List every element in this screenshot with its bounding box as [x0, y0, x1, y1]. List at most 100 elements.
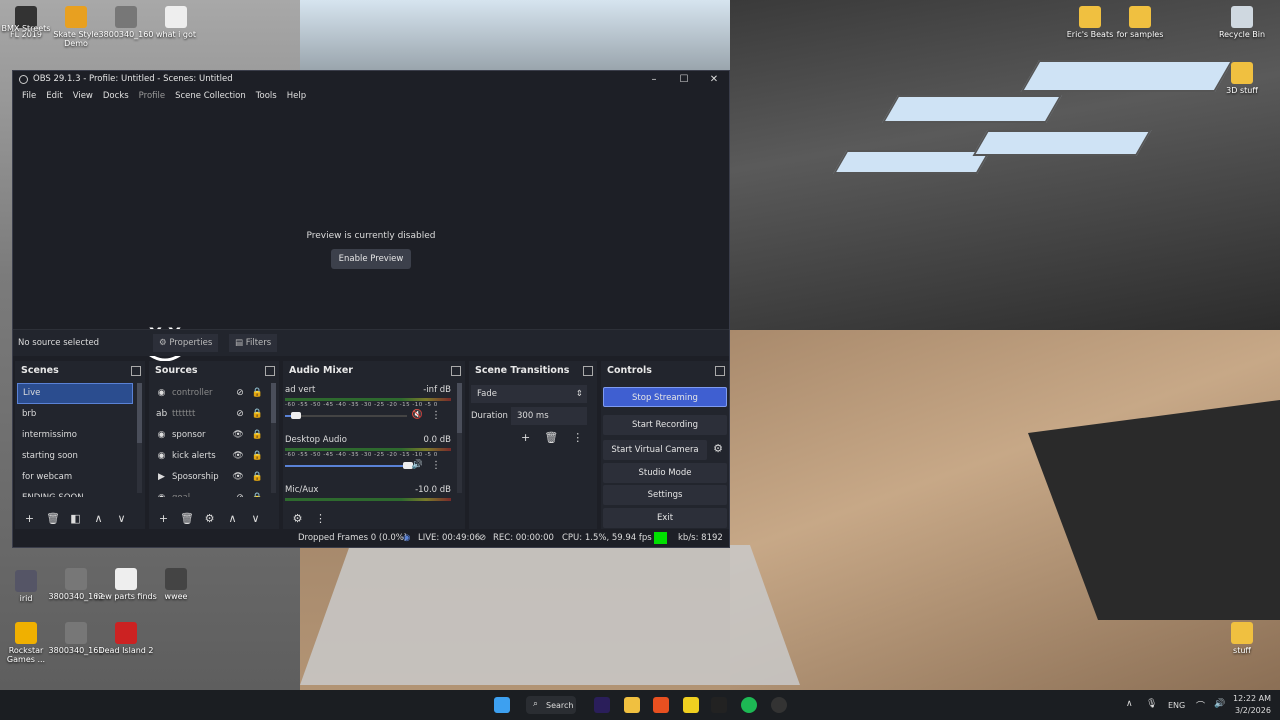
desktop-icon-what-i-got[interactable]: what i got	[144, 6, 208, 39]
move-up-icon[interactable]: ∧	[92, 512, 105, 525]
speaker-icon[interactable]: 🔊	[412, 460, 423, 470]
desktop-icon-recycle-bin[interactable]: Recycle Bin	[1210, 6, 1274, 39]
language-indicator[interactable]: ENG	[1168, 701, 1185, 710]
move-down-icon[interactable]: ∨	[115, 512, 128, 525]
volume-slider[interactable]: 🔊 ⋮	[285, 460, 451, 471]
menu-view[interactable]: View	[73, 91, 93, 101]
remove-scene-icon[interactable]: 🗑	[46, 512, 60, 525]
lock-icon[interactable]: 🔒	[252, 383, 263, 404]
sources-scrollbar[interactable]	[271, 383, 276, 493]
move-up-icon[interactable]: ∧	[226, 512, 239, 525]
lock-icon[interactable]: 🔒	[252, 404, 263, 425]
menu-help[interactable]: Help	[287, 91, 306, 101]
source-item[interactable]: ◉ controller ⊘ 🔒	[151, 383, 267, 404]
source-item[interactable]: ◉goal⊘🔒	[151, 488, 267, 497]
desktop-icon-dead-island[interactable]: Dead Island 2	[94, 622, 158, 655]
lock-icon[interactable]: 🔒	[252, 446, 263, 467]
scene-filters-icon[interactable]: ◧	[69, 512, 82, 525]
add-transition-icon[interactable]: +	[521, 431, 530, 444]
scene-item-starting-soon[interactable]: starting soon	[17, 446, 133, 467]
title-bar[interactable]: OBS 29.1.3 - Profile: Untitled - Scenes:…	[13, 71, 729, 87]
more-options-icon[interactable]: ⋮	[431, 410, 441, 421]
mic-icon[interactable]: 🎙	[1146, 699, 1157, 709]
maximize-button[interactable]: ☐	[669, 74, 699, 85]
close-button[interactable]: ✕	[699, 74, 729, 85]
scene-item-for-webcam[interactable]: for webcam	[17, 467, 133, 488]
brave-icon[interactable]	[653, 697, 669, 713]
settings-button[interactable]: Settings	[603, 485, 727, 505]
desktop-icon-wwee[interactable]: wwee	[144, 568, 208, 601]
virtual-camera-settings-icon[interactable]: ⚙	[713, 442, 723, 455]
eye-icon[interactable]: 👁	[232, 425, 243, 446]
mixer-scrollbar[interactable]	[457, 383, 462, 493]
lock-icon[interactable]: 🔒	[252, 488, 263, 497]
desktop-icon-stuff[interactable]: stuff	[1210, 622, 1274, 655]
notes-icon[interactable]	[683, 697, 699, 713]
clock-date[interactable]: 3/2/2026	[1235, 706, 1271, 715]
enable-preview-button[interactable]: Enable Preview	[331, 249, 411, 269]
tiktok-icon[interactable]	[711, 697, 727, 713]
duration-input[interactable]: 300 ms	[511, 407, 587, 425]
volume-icon[interactable]: 🔊	[1214, 699, 1225, 709]
desktop-icon-3d-stuff[interactable]: 3D stuff	[1210, 62, 1274, 95]
scene-item-ending-soon[interactable]: ENDING SOON	[17, 488, 133, 497]
menu-profile[interactable]: Profile	[139, 91, 165, 101]
menu-scene-collection[interactable]: Scene Collection	[175, 91, 246, 101]
source-item[interactable]: ◉ kick alerts 👁 🔒	[151, 446, 267, 467]
source-item[interactable]: ab ttttttt ⊘ 🔒	[151, 404, 267, 425]
wifi-icon[interactable]: ⌒	[1196, 699, 1205, 712]
visibility-hidden-icon[interactable]: ⊘	[236, 383, 244, 404]
transition-select[interactable]: Fade ⇕	[471, 385, 587, 403]
lock-icon[interactable]: 🔒	[252, 467, 263, 488]
start-recording-button[interactable]: Start Recording	[603, 415, 727, 435]
advanced-audio-icon[interactable]: ⚙	[291, 512, 304, 525]
visibility-hidden-icon[interactable]: ⊘	[236, 488, 244, 497]
source-item[interactable]: ▶ Sposorship 👁 🔒	[151, 467, 267, 488]
stop-streaming-button[interactable]: Stop Streaming	[603, 387, 727, 407]
scene-item-live[interactable]: Live	[17, 383, 133, 404]
move-down-icon[interactable]: ∨	[249, 512, 262, 525]
menu-file[interactable]: File	[22, 91, 36, 101]
add-source-icon[interactable]: +	[157, 512, 170, 525]
eye-icon[interactable]: 👁	[232, 446, 243, 467]
lock-icon[interactable]: 🔒	[252, 425, 263, 446]
exit-button[interactable]: Exit	[603, 508, 727, 528]
file-explorer-icon[interactable]	[624, 697, 640, 713]
undock-icon[interactable]	[451, 366, 461, 376]
filters-button[interactable]: ▤ Filters	[229, 334, 278, 352]
eye-icon[interactable]: 👁	[232, 467, 243, 488]
visibility-hidden-icon[interactable]: ⊘	[236, 404, 244, 425]
scenes-scrollbar[interactable]	[137, 383, 142, 493]
undock-icon[interactable]	[583, 366, 593, 376]
undock-icon[interactable]	[715, 366, 725, 376]
menu-edit[interactable]: Edit	[46, 91, 62, 101]
scene-item-intermissimo[interactable]: intermissimo	[17, 425, 133, 446]
more-options-icon[interactable]: ⋮	[431, 460, 441, 471]
after-effects-icon[interactable]	[594, 697, 610, 713]
studio-mode-button[interactable]: Studio Mode	[603, 463, 727, 483]
start-icon[interactable]	[494, 697, 510, 713]
transition-menu-icon[interactable]: ⋮	[572, 431, 583, 444]
properties-button[interactable]: ⚙ Properties	[153, 334, 219, 352]
undock-icon[interactable]	[131, 366, 141, 376]
preview-area[interactable]: Preview is currently disabled Enable Pre…	[13, 107, 729, 362]
scene-item-brb[interactable]: brb	[17, 404, 133, 425]
source-item[interactable]: ◉ sponsor 👁 🔒	[151, 425, 267, 446]
start-virtual-camera-button[interactable]: Start Virtual Camera	[603, 440, 707, 460]
minimize-button[interactable]: –	[639, 74, 669, 85]
taskbar-search[interactable]: ⌕ Search	[526, 696, 576, 714]
obs-taskbar-icon[interactable]	[771, 697, 787, 713]
menu-tools[interactable]: Tools	[256, 91, 277, 101]
clock-time[interactable]: 12:22 AM	[1233, 694, 1271, 703]
menu-docks[interactable]: Docks	[103, 91, 129, 101]
undock-icon[interactable]	[265, 366, 275, 376]
add-scene-icon[interactable]: +	[23, 512, 36, 525]
spotify-icon[interactable]	[741, 697, 757, 713]
remove-source-icon[interactable]: 🗑	[180, 512, 194, 525]
chevron-up-icon[interactable]: ∧	[1126, 699, 1133, 709]
mixer-menu-icon[interactable]: ⋮	[314, 512, 327, 525]
volume-slider[interactable]: 🔇 ⋮	[285, 410, 451, 421]
muted-speaker-icon[interactable]: 🔇	[412, 410, 423, 420]
source-settings-icon[interactable]: ⚙	[203, 512, 216, 525]
desktop-icon-for-samples[interactable]: for samples	[1108, 6, 1172, 39]
